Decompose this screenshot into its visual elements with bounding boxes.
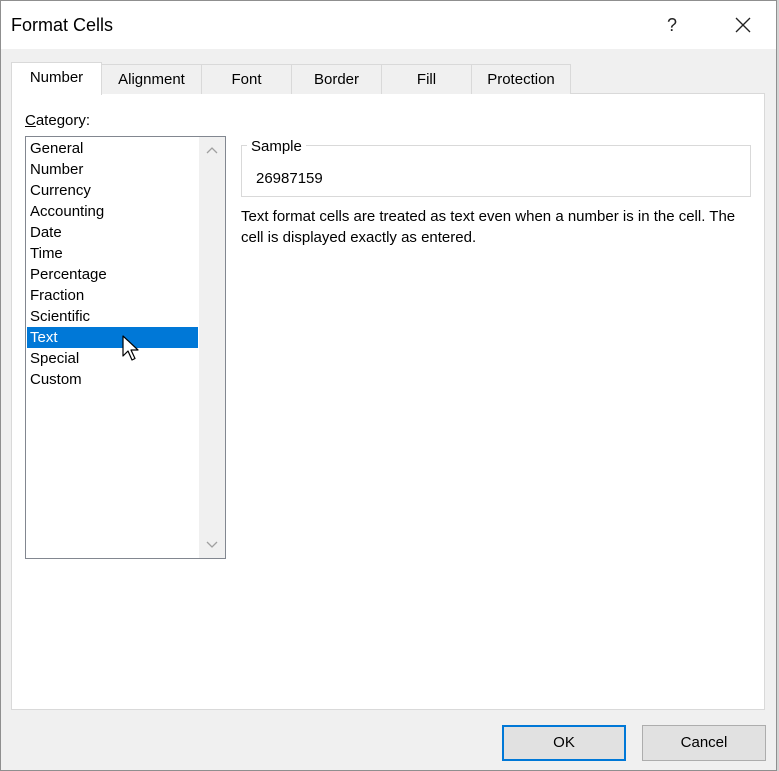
category-label: Category: [25,112,90,129]
category-item-time[interactable]: Time [27,243,198,264]
tab-border[interactable]: Border [291,64,382,94]
category-item-percentage[interactable]: Percentage [27,264,198,285]
category-item-special[interactable]: Special [27,348,198,369]
category-item-custom[interactable]: Custom [27,369,198,390]
category-scrollbar[interactable] [199,137,225,558]
tab-fill[interactable]: Fill [381,64,472,94]
category-item-scientific[interactable]: Scientific [27,306,198,327]
title-bar: Format Cells ? [1,1,776,49]
dialog-title: Format Cells [11,15,114,35]
category-item-text[interactable]: Text [27,327,198,348]
category-item-currency[interactable]: Currency [27,180,198,201]
category-item-date[interactable]: Date [27,222,198,243]
tab-protection[interactable]: Protection [471,64,571,94]
tab-alignment[interactable]: Alignment [101,64,202,94]
category-item-number[interactable]: Number [27,159,198,180]
sample-value: 26987159 [256,170,323,187]
scroll-down-button[interactable] [199,532,225,558]
category-label-text: ategory: [35,112,91,129]
tab-font[interactable]: Font [201,64,292,94]
help-button[interactable]: ? [656,9,688,41]
category-item-general[interactable]: General [27,138,198,159]
category-item-accounting[interactable]: Accounting [27,201,198,222]
chevron-up-icon [206,147,218,154]
close-button[interactable] [723,9,763,41]
mouse-pointer-icon [122,335,139,361]
close-icon [735,17,751,33]
cancel-button[interactable]: Cancel [642,725,766,761]
format-description: Text format cells are treated as text ev… [241,208,736,246]
format-cells-dialog: Format Cells ? Number Alignment Font Bor… [0,0,777,771]
category-label-accesskey: C [25,112,36,129]
chevron-down-icon [206,541,218,548]
sample-legend: Sample [247,138,306,155]
tab-number[interactable]: Number [11,62,102,95]
scroll-up-button[interactable] [199,137,225,163]
category-item-fraction[interactable]: Fraction [27,285,198,306]
ok-button[interactable]: OK [502,725,626,761]
